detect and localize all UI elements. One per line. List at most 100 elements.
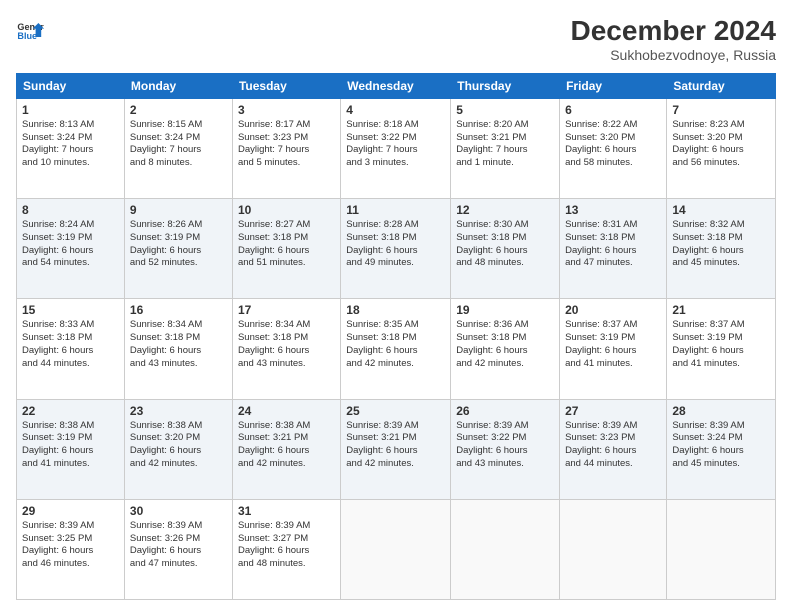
table-row: 10 Sunrise: 8:27 AM Sunset: 3:18 PM Dayli… [232,199,340,299]
day-info: Sunrise: 8:37 AM Sunset: 3:19 PM Dayligh… [672,319,770,370]
table-row: 11 Sunrise: 8:28 AM Sunset: 3:18 PM Dayli… [341,199,451,299]
table-row: 25 Sunrise: 8:39 AM Sunset: 3:21 PM Dayli… [341,399,451,499]
table-row: 30 Sunrise: 8:39 AM Sunset: 3:26 PM Dayli… [124,499,232,599]
day-info: Sunrise: 8:39 AM Sunset: 3:25 PM Dayligh… [22,520,119,571]
header-tuesday: Tuesday [232,73,340,98]
title-section: December 2024 Sukhobezvodnoye, Russia [571,16,776,63]
header-row: Sunday Monday Tuesday Wednesday Thursday… [17,73,776,98]
day-info: Sunrise: 8:33 AM Sunset: 3:18 PM Dayligh… [22,319,119,370]
day-info: Sunrise: 8:39 AM Sunset: 3:24 PM Dayligh… [672,420,770,471]
table-row: 9 Sunrise: 8:26 AM Sunset: 3:19 PM Daylig… [124,199,232,299]
svg-text:Blue: Blue [17,31,37,41]
table-row: 20Sunrise: 8:37 AM Sunset: 3:19 PM Dayli… [560,299,667,399]
table-row: 27 Sunrise: 8:39 AM Sunset: 3:23 PM Dayli… [560,399,667,499]
table-row: 3 Sunrise: 8:17 AM Sunset: 3:23 PM Daylig… [232,98,340,198]
calendar-table: Sunday Monday Tuesday Wednesday Thursday… [16,73,776,600]
day-number: 25 [346,404,445,418]
table-row: 2 Sunrise: 8:15 AM Sunset: 3:24 PM Daylig… [124,98,232,198]
day-number: 10 [238,203,335,217]
day-number: 31 [238,504,335,518]
header-thursday: Thursday [451,73,560,98]
table-row: 8 Sunrise: 8:24 AM Sunset: 3:19 PM Daylig… [17,199,125,299]
table-row [341,499,451,599]
day-number: 12 [456,203,554,217]
day-info: Sunrise: 8:28 AM Sunset: 3:18 PM Dayligh… [346,219,445,270]
table-row: 16 Sunrise: 8:34 AM Sunset: 3:18 PM Dayli… [124,299,232,399]
day-number: 15 [22,303,119,317]
table-row: 14 Sunrise: 8:32 AM Sunset: 3:18 PM Dayli… [667,199,776,299]
table-row [667,499,776,599]
day-number: 5 [456,103,554,117]
day-info: Sunrise: 8:35 AM Sunset: 3:18 PM Dayligh… [346,319,445,370]
day-number: 11 [346,203,445,217]
header-friday: Friday [560,73,667,98]
month-title: December 2024 [571,16,776,47]
day-info: Sunrise: 8:26 AM Sunset: 3:19 PM Dayligh… [130,219,227,270]
day-info: Sunrise: 8:39 AM Sunset: 3:26 PM Dayligh… [130,520,227,571]
day-number: 4 [346,103,445,117]
day-info: Sunrise: 8:15 AM Sunset: 3:24 PM Dayligh… [130,119,227,170]
day-number: 22 [22,404,119,418]
day-number: 23 [130,404,227,418]
header-sunday: Sunday [17,73,125,98]
day-info: Sunrise: 8:23 AM Sunset: 3:20 PM Dayligh… [672,119,770,170]
table-row: 13 Sunrise: 8:31 AM Sunset: 3:18 PM Dayli… [560,199,667,299]
table-row: 23Sunrise: 8:38 AM Sunset: 3:20 PM Dayli… [124,399,232,499]
day-number: 6 [565,103,661,117]
table-row: 22 Sunrise: 8:38 AM Sunset: 3:19 PM Dayli… [17,399,125,499]
day-number: 13 [565,203,661,217]
day-info: Sunrise: 8:36 AM Sunset: 3:18 PM Dayligh… [456,319,554,370]
day-info: Sunrise: 8:39 AM Sunset: 3:27 PM Dayligh… [238,520,335,571]
day-info: Sunrise: 8:13 AM Sunset: 3:24 PM Dayligh… [22,119,119,170]
day-info: Sunrise: 8:17 AM Sunset: 3:23 PM Dayligh… [238,119,335,170]
day-info: Sunrise: 8:30 AM Sunset: 3:18 PM Dayligh… [456,219,554,270]
table-row: 21 Sunrise: 8:37 AM Sunset: 3:19 PM Dayli… [667,299,776,399]
day-number: 27 [565,404,661,418]
day-info: Sunrise: 8:31 AM Sunset: 3:18 PM Dayligh… [565,219,661,270]
day-info: Sunrise: 8:20 AM Sunset: 3:21 PM Dayligh… [456,119,554,170]
day-number: 3 [238,103,335,117]
day-number: 30 [130,504,227,518]
day-info: Sunrise: 8:24 AM Sunset: 3:19 PM Dayligh… [22,219,119,270]
logo-icon: General Blue [16,16,44,44]
day-info: Sunrise: 8:22 AM Sunset: 3:20 PM Dayligh… [565,119,661,170]
day-number: 2 [130,103,227,117]
day-number: 14 [672,203,770,217]
day-info: Sunrise: 8:38 AM Sunset: 3:19 PM Dayligh… [22,420,119,471]
table-row: 5 Sunrise: 8:20 AM Sunset: 3:21 PM Daylig… [451,98,560,198]
table-row: 26Sunrise: 8:39 AM Sunset: 3:22 PM Dayli… [451,399,560,499]
day-number: 9 [130,203,227,217]
table-row: 4 Sunrise: 8:18 AM Sunset: 3:22 PM Daylig… [341,98,451,198]
day-number: 28 [672,404,770,418]
header-saturday: Saturday [667,73,776,98]
table-row: 1 Sunrise: 8:13 AM Sunset: 3:24 PM Daylig… [17,98,125,198]
table-row: 18 Sunrise: 8:35 AM Sunset: 3:18 PM Dayli… [341,299,451,399]
day-number: 17 [238,303,335,317]
header-monday: Monday [124,73,232,98]
day-info: Sunrise: 8:18 AM Sunset: 3:22 PM Dayligh… [346,119,445,170]
day-number: 24 [238,404,335,418]
day-number: 18 [346,303,445,317]
day-number: 19 [456,303,554,317]
day-info: Sunrise: 8:39 AM Sunset: 3:21 PM Dayligh… [346,420,445,471]
day-info: Sunrise: 8:34 AM Sunset: 3:18 PM Dayligh… [130,319,227,370]
table-row: 19 Sunrise: 8:36 AM Sunset: 3:18 PM Dayli… [451,299,560,399]
day-info: Sunrise: 8:37 AM Sunset: 3:19 PM Dayligh… [565,319,661,370]
table-row: 6 Sunrise: 8:22 AM Sunset: 3:20 PM Daylig… [560,98,667,198]
table-row: 29 Sunrise: 8:39 AM Sunset: 3:25 PM Dayli… [17,499,125,599]
day-info: Sunrise: 8:32 AM Sunset: 3:18 PM Dayligh… [672,219,770,270]
day-number: 8 [22,203,119,217]
day-number: 1 [22,103,119,117]
table-row: 17Sunrise: 8:34 AM Sunset: 3:18 PM Dayli… [232,299,340,399]
day-number: 16 [130,303,227,317]
day-number: 21 [672,303,770,317]
day-info: Sunrise: 8:39 AM Sunset: 3:23 PM Dayligh… [565,420,661,471]
top-section: General Blue December 2024 Sukhobezvodno… [16,16,776,63]
header-wednesday: Wednesday [341,73,451,98]
logo: General Blue [16,16,44,44]
day-number: 29 [22,504,119,518]
table-row [560,499,667,599]
day-info: Sunrise: 8:27 AM Sunset: 3:18 PM Dayligh… [238,219,335,270]
table-row: 28 Sunrise: 8:39 AM Sunset: 3:24 PM Dayli… [667,399,776,499]
day-info: Sunrise: 8:38 AM Sunset: 3:21 PM Dayligh… [238,420,335,471]
